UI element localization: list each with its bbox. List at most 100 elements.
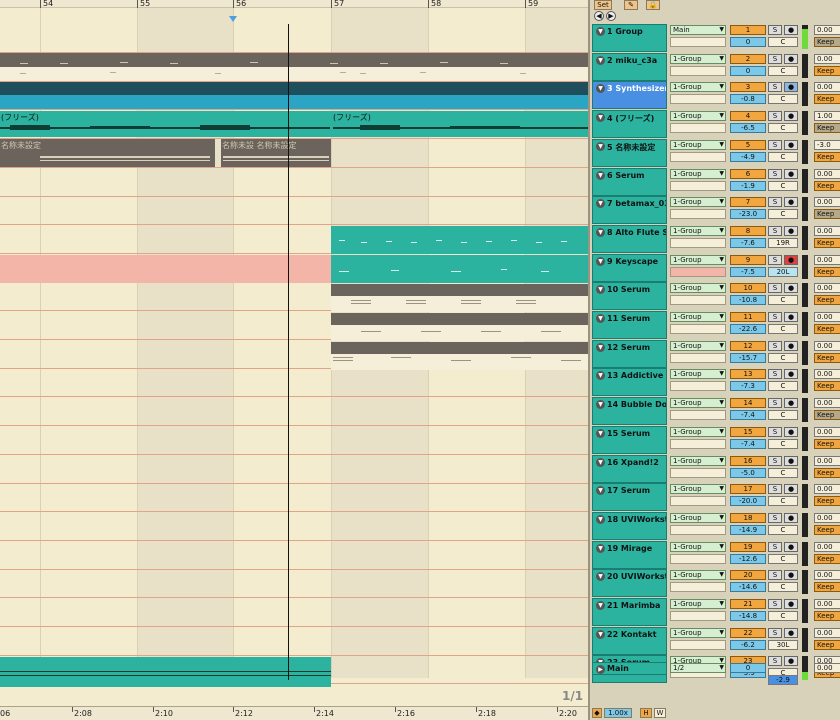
solo-button[interactable]: S bbox=[768, 140, 782, 150]
clip-track-2[interactable] bbox=[0, 53, 588, 67]
mixer-track[interactable]: ▼ 2 miku_c3a 1-Group ▼ 2 0 S ● C 0.00 Keep bbox=[590, 53, 840, 82]
fold-icon[interactable]: ▼ bbox=[596, 400, 605, 409]
mixer-track[interactable]: ▼ 11 Serum 1-Group ▼ 11 -22.6 S ● C 0.00 Keep bbox=[590, 311, 840, 340]
input-routing-select[interactable]: 1-Group ▼ bbox=[670, 82, 726, 92]
keep-button[interactable]: Keep bbox=[814, 209, 840, 219]
sub-routing-select[interactable] bbox=[670, 295, 726, 305]
volume-field[interactable]: -14.6 bbox=[730, 582, 766, 592]
fold-icon[interactable]: ▼ bbox=[596, 343, 605, 352]
pan-field[interactable]: C bbox=[768, 525, 798, 535]
input-routing-select[interactable]: 1-Group ▼ bbox=[670, 484, 726, 494]
clip-track-10-body[interactable] bbox=[331, 296, 588, 312]
mixer-track[interactable]: ▼ 9 Keyscape 1-Group ▼ 9 -7.5 S ● 20L 0.00 Keep bbox=[590, 254, 840, 283]
arm-button-icon[interactable]: ● bbox=[784, 226, 798, 236]
sub-routing-select[interactable] bbox=[670, 37, 726, 47]
volume-field[interactable]: -7.4 bbox=[730, 410, 766, 420]
clip-track-5b[interactable]: 名称未設 名称未設定 bbox=[221, 139, 331, 167]
input-routing-select[interactable]: 1-Group ▼ bbox=[670, 255, 726, 265]
sub-routing-select[interactable] bbox=[670, 123, 726, 133]
clip-track-3-header[interactable] bbox=[0, 82, 588, 95]
mixer-track[interactable]: ▼ 10 Serum 1-Group ▼ 10 -10.8 S ● C 0.00 Keep bbox=[590, 282, 840, 311]
track-head[interactable]: ▼ 10 Serum bbox=[592, 282, 667, 310]
track-head[interactable]: ▼ 4 (フリーズ) bbox=[592, 110, 667, 138]
send-value[interactable]: 0.00 bbox=[814, 398, 840, 408]
zoom-level[interactable]: 1.00x bbox=[604, 708, 632, 718]
input-routing-select[interactable]: 1-Group ▼ bbox=[670, 398, 726, 408]
input-routing-select[interactable]: 1-Group ▼ bbox=[670, 369, 726, 379]
sub-routing-select[interactable] bbox=[670, 582, 726, 592]
arm-button-icon[interactable]: ● bbox=[784, 513, 798, 523]
track-activator-button[interactable]: 12 bbox=[730, 341, 766, 351]
track-activator-button[interactable]: 1 bbox=[730, 25, 766, 35]
pan-field[interactable]: C bbox=[768, 381, 798, 391]
track-activator-button[interactable]: 5 bbox=[730, 140, 766, 150]
solo-button[interactable]: S bbox=[768, 312, 782, 322]
send-value[interactable]: 0.00 bbox=[814, 283, 840, 293]
pan-field[interactable]: C bbox=[768, 123, 798, 133]
sub-routing-select[interactable] bbox=[670, 66, 726, 76]
arm-button-icon[interactable]: ● bbox=[784, 197, 798, 207]
main-volume[interactable]: 0 bbox=[730, 663, 766, 673]
lock-icon[interactable]: 🔒 bbox=[646, 0, 660, 10]
solo-button[interactable]: S bbox=[768, 456, 782, 466]
pan-field[interactable]: C bbox=[768, 209, 798, 219]
clip-track-10[interactable] bbox=[331, 284, 588, 296]
solo-button[interactable]: S bbox=[768, 54, 782, 64]
clip-track-11-body[interactable] bbox=[331, 325, 588, 341]
set-button[interactable]: Set bbox=[594, 0, 612, 10]
track-activator-button[interactable]: 15 bbox=[730, 427, 766, 437]
solo-button[interactable]: S bbox=[768, 542, 782, 552]
keep-button[interactable]: Keep bbox=[814, 238, 840, 248]
track-head[interactable]: ▼ 17 Serum bbox=[592, 483, 667, 511]
pan-field[interactable]: 20L bbox=[768, 267, 798, 277]
pan-field[interactable]: C bbox=[768, 468, 798, 478]
track-head[interactable]: ▼ 9 Keyscape bbox=[592, 254, 667, 282]
fold-icon[interactable]: ▼ bbox=[596, 199, 605, 208]
track-head[interactable]: ▼ 20 UVIWorkst bbox=[592, 569, 667, 597]
arm-button-icon[interactable]: ● bbox=[784, 111, 798, 121]
keep-button[interactable]: Keep bbox=[814, 181, 840, 191]
volume-field[interactable]: -22.6 bbox=[730, 324, 766, 334]
volume-field[interactable]: -6.2 bbox=[730, 640, 766, 650]
mixer-track[interactable]: ▼ 5 名称未設定 1-Group ▼ 5 -4.9 S ● C -3.0 Keep bbox=[590, 139, 840, 168]
fold-icon[interactable]: ▼ bbox=[596, 285, 605, 294]
arm-button-icon[interactable]: ● bbox=[784, 628, 798, 638]
fold-icon[interactable]: ▼ bbox=[596, 228, 605, 237]
sub-routing-select[interactable] bbox=[670, 611, 726, 621]
send-value[interactable]: 0.00 bbox=[814, 456, 840, 466]
volume-field[interactable]: -20.0 bbox=[730, 496, 766, 506]
keep-button[interactable]: Keep bbox=[814, 410, 840, 420]
arm-button-icon[interactable]: ● bbox=[784, 54, 798, 64]
main-track-head[interactable]: ▶ Main bbox=[592, 662, 667, 675]
mixer-track[interactable]: ▼ 12 Serum 1-Group ▼ 12 -15.7 S ● C 0.00 Keep bbox=[590, 340, 840, 369]
sub-routing-select[interactable] bbox=[670, 468, 726, 478]
input-routing-select[interactable]: 1-Group ▼ bbox=[670, 312, 726, 322]
solo-button[interactable]: S bbox=[768, 82, 782, 92]
keep-button[interactable]: Keep bbox=[814, 554, 840, 564]
fold-icon[interactable]: ▼ bbox=[596, 257, 605, 266]
send-value[interactable]: 0.00 bbox=[814, 25, 840, 35]
fold-icon[interactable]: ▼ bbox=[596, 371, 605, 380]
mixer-track[interactable]: ▼ 20 UVIWorkst 1-Group ▼ 20 -14.6 S ● C 0.00 Keep bbox=[590, 569, 840, 598]
pan-field[interactable]: 30L bbox=[768, 640, 798, 650]
mixer-track[interactable]: ▼ 15 Serum 1-Group ▼ 15 -7.4 S ● C 0.00 Keep bbox=[590, 426, 840, 455]
keep-button[interactable]: Keep bbox=[814, 439, 840, 449]
arm-button-icon[interactable]: ● bbox=[784, 398, 798, 408]
input-routing-select[interactable]: 1-Group ▼ bbox=[670, 111, 726, 121]
fold-icon[interactable]: ▼ bbox=[596, 314, 605, 323]
send-value[interactable]: 0.00 bbox=[814, 513, 840, 523]
sub-routing-select[interactable] bbox=[670, 94, 726, 104]
clip-track-4[interactable]: (フリーズ) (フリーズ) bbox=[0, 111, 588, 137]
track-head[interactable]: ▼ 13 Addictive D bbox=[592, 368, 667, 396]
track-head[interactable]: ▼ 5 名称未設定 bbox=[592, 139, 667, 167]
pan-field[interactable]: C bbox=[768, 152, 798, 162]
track-activator-button[interactable]: 19 bbox=[730, 542, 766, 552]
keep-button[interactable]: Keep bbox=[814, 468, 840, 478]
input-routing-select[interactable]: 1-Group ▼ bbox=[670, 54, 726, 64]
send-value[interactable]: 0.00 bbox=[814, 169, 840, 179]
keep-button[interactable]: Keep bbox=[814, 640, 840, 650]
keep-button[interactable]: Keep bbox=[814, 152, 840, 162]
edit-icon[interactable]: ✎ bbox=[624, 0, 638, 10]
fold-icon[interactable]: ▼ bbox=[596, 27, 605, 36]
clip-track-3[interactable] bbox=[0, 95, 588, 109]
